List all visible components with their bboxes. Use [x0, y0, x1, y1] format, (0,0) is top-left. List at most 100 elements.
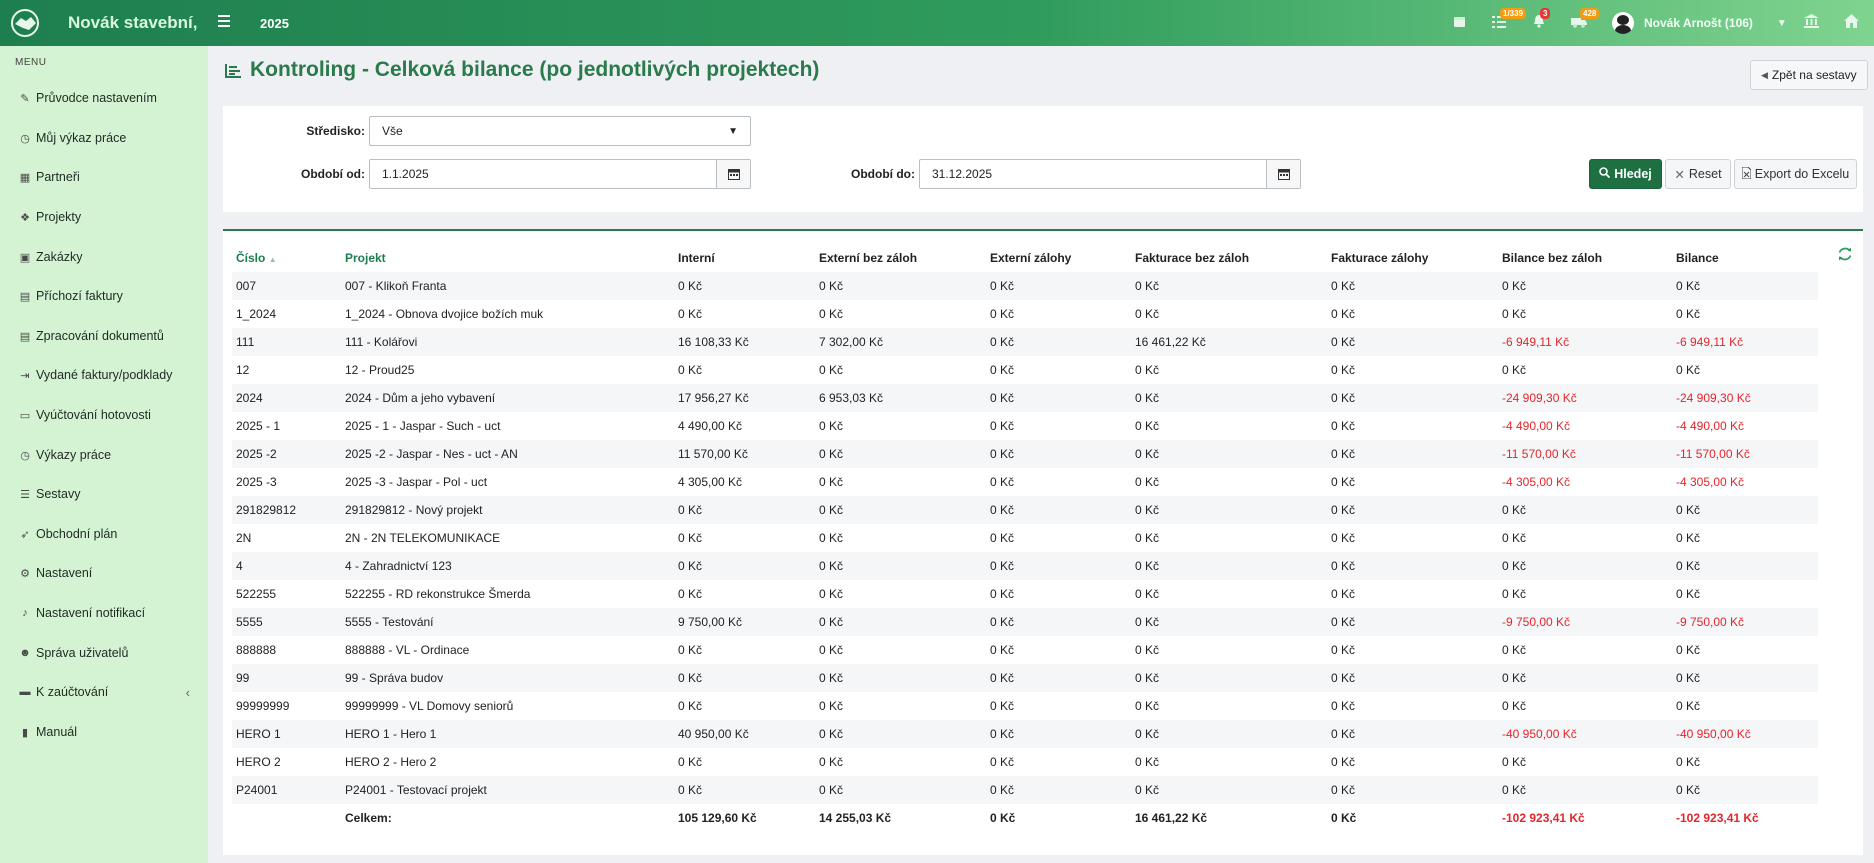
cell-bilance-bez-zaloh: 0 Kč	[1498, 664, 1672, 692]
cell-bilance: -40 950,00 Kč	[1672, 720, 1818, 748]
sidebar-item-label: Nastavení notifikací	[36, 606, 146, 620]
brand-name[interactable]: Novák stavební,	[68, 13, 197, 33]
sidebar-item-partneri[interactable]: ▦ Partneři	[0, 159, 208, 195]
column-header-externi-zalohy: Externí zálohy	[990, 251, 1072, 265]
cell-externi-zalohy: 0 Kč	[986, 524, 1131, 552]
cell-projekt: 007 - Klikoň Franta	[341, 272, 674, 300]
back-button-label: Zpět na sestavy	[1771, 68, 1857, 82]
page-title: Kontroling - Celková bilance (po jednotl…	[250, 58, 820, 81]
avatar	[1612, 12, 1634, 34]
obdobi-do-input[interactable]: 31.12.2025	[919, 159, 1301, 189]
sidebar-item-sestavy[interactable]: ☰ Sestavy	[0, 476, 208, 512]
sidebar-item-label: Příchozí faktury	[36, 289, 123, 303]
column-header-projekt[interactable]: Projekt	[341, 244, 674, 272]
bank-icon[interactable]	[1802, 14, 1820, 32]
column-header-cislo[interactable]: Číslo ▲	[232, 244, 341, 272]
cell-fakturace-zalohy: 0 Kč	[1327, 664, 1498, 692]
sidebar-item-nastaveni[interactable]: ⚙ Nastavení	[0, 555, 208, 591]
export-excel-button[interactable]: Export do Excelu	[1734, 159, 1857, 189]
sidebar-item-manual[interactable]: ▮ Manuál	[0, 714, 208, 750]
sidebar-item-vyuctovani-hotovosti[interactable]: ▭ Vyúčtování hotovosti	[0, 397, 208, 433]
cell-cislo: 4	[232, 552, 341, 580]
cell-externi-zalohy: 0 Kč	[986, 720, 1131, 748]
reset-button[interactable]: ✕ Reset	[1665, 159, 1731, 189]
balance-table: Číslo ▲ Projekt Interní Externí bez zálo…	[232, 244, 1818, 832]
table-row: 2025 -2 2025 -2 - Jaspar - Nes - uct - AN…	[232, 440, 1818, 468]
sidebar-item-sprava-uzivatelu[interactable]: ☻ Správa uživatelů	[0, 635, 208, 671]
cell-externi-zalohy: 0 Kč	[986, 692, 1131, 720]
total-cell-fakturace-zalohy: 0 Kč	[1327, 804, 1498, 832]
stredisko-select[interactable]: Vše ▼	[369, 116, 751, 146]
cell-bilance: 0 Kč	[1672, 776, 1818, 804]
home-icon[interactable]	[1842, 14, 1860, 32]
cell-fakturace-zalohy: 0 Kč	[1327, 496, 1498, 524]
cell-bilance-bez-zaloh: 0 Kč	[1498, 300, 1672, 328]
cell-fakturace-zalohy: 0 Kč	[1327, 776, 1498, 804]
cell-cislo: 1_2024	[232, 300, 341, 328]
truck-icon[interactable]: 428	[1570, 8, 1600, 32]
calendar-icon[interactable]	[1450, 14, 1468, 32]
cell-bilance-bez-zaloh: 0 Kč	[1498, 272, 1672, 300]
cell-externi-bez-zaloh: 0 Kč	[815, 748, 986, 776]
cell-interni: 11 570,00 Kč	[674, 440, 815, 468]
document-icon: ▤	[19, 290, 31, 303]
column-header-fakturace-bez-zaloh: Fakturace bez záloh	[1135, 251, 1250, 265]
sidebar-item-label: Zakázky	[36, 250, 83, 264]
sidebar-item-zpracovani-dokumentu[interactable]: ▤ Zpracování dokumentů	[0, 318, 208, 354]
refresh-icon[interactable]	[1837, 246, 1853, 262]
cell-cislo: 99	[232, 664, 341, 692]
cell-bilance-bez-zaloh: -6 949,11 Kč	[1498, 328, 1672, 356]
chevron-left-icon: ‹	[185, 684, 190, 700]
cell-externi-bez-zaloh: 0 Kč	[815, 552, 986, 580]
sidebar-item-projekty[interactable]: ❖ Projekty	[0, 199, 208, 235]
sidebar-item-vydane-faktury[interactable]: ⇥ Vydané faktury/podklady	[0, 357, 208, 393]
total-cell-fakturace-bez-zaloh: 16 461,22 Kč	[1131, 804, 1327, 832]
cell-fakturace-zalohy: 0 Kč	[1327, 384, 1498, 412]
menu-toggle-icon[interactable]	[218, 12, 238, 32]
sidebar-item-muj-vykaz[interactable]: ◷ Můj výkaz práce	[0, 120, 208, 156]
obdobi-od-input[interactable]: 1.1.2025	[369, 159, 751, 189]
sidebar-item-k-zauctovani[interactable]: ▬ K zaúčtování ‹	[0, 674, 208, 710]
cell-cislo: 111	[232, 328, 341, 356]
tasks-icon[interactable]: 1/339	[1490, 8, 1527, 32]
sidebar-item-label: Výkazy práce	[36, 448, 112, 462]
sidebar-item-obchodni-plan[interactable]: ➶ Obchodní plán	[0, 516, 208, 552]
calendar-icon[interactable]	[716, 160, 750, 188]
handshake-logo-icon[interactable]	[10, 9, 40, 37]
bell-icon[interactable]: 3	[1530, 8, 1551, 32]
cell-bilance-bez-zaloh: 0 Kč	[1498, 776, 1672, 804]
sidebar-item-pruvodce[interactable]: ✎ Průvodce nastavením	[0, 80, 208, 116]
sidebar-item-nastaveni-notifikaci[interactable]: ♪ Nastavení notifikací	[0, 595, 208, 631]
report-list-icon	[225, 64, 241, 78]
cell-fakturace-zalohy: 0 Kč	[1327, 356, 1498, 384]
filter-panel: Středisko: Vše ▼ Období od: 1.1.2025 Obd…	[223, 106, 1863, 212]
sidebar-item-label: Průvodce nastavením	[36, 91, 157, 105]
back-to-reports-button[interactable]: ◀ Zpět na sestavy	[1750, 60, 1868, 90]
cell-fakturace-bez-zaloh: 0 Kč	[1131, 664, 1327, 692]
cell-externi-bez-zaloh: 0 Kč	[815, 300, 986, 328]
sidebar-item-label: K zaúčtování	[36, 685, 109, 699]
year-selector[interactable]: 2025	[260, 16, 289, 31]
cell-fakturace-bez-zaloh: 0 Kč	[1131, 552, 1327, 580]
cell-fakturace-bez-zaloh: 0 Kč	[1131, 384, 1327, 412]
cell-bilance: 0 Kč	[1672, 636, 1818, 664]
sidebar-item-zakazky[interactable]: ▣ Zakázky	[0, 239, 208, 275]
cell-bilance: -4 490,00 Kč	[1672, 412, 1818, 440]
cell-cislo: 5555	[232, 608, 341, 636]
cell-fakturace-zalohy: 0 Kč	[1327, 692, 1498, 720]
search-button[interactable]: Hledej	[1589, 159, 1662, 189]
cell-fakturace-zalohy: 0 Kč	[1327, 720, 1498, 748]
sidebar-item-prichozi-faktury[interactable]: ▤ Příchozí faktury	[0, 278, 208, 314]
user-menu[interactable]: Novák Arnošt (106) ▼	[1612, 11, 1787, 35]
cell-fakturace-zalohy: 0 Kč	[1327, 440, 1498, 468]
sidebar-item-vykazy-prace[interactable]: ◷ Výkazy práce	[0, 437, 208, 473]
tasks-badge: 1/339	[1500, 8, 1527, 19]
cell-externi-bez-zaloh: 7 302,00 Kč	[815, 328, 986, 356]
cell-projekt: 4 - Zahradnictví 123	[341, 552, 674, 580]
cell-cislo: HERO 1	[232, 720, 341, 748]
cell-projekt: 2N - 2N TELEKOMUNIKACE	[341, 524, 674, 552]
cell-bilance-bez-zaloh: -11 570,00 Kč	[1498, 440, 1672, 468]
cell-externi-zalohy: 0 Kč	[986, 356, 1131, 384]
calendar-icon[interactable]	[1266, 160, 1300, 188]
document-icon: ▤	[19, 330, 31, 343]
